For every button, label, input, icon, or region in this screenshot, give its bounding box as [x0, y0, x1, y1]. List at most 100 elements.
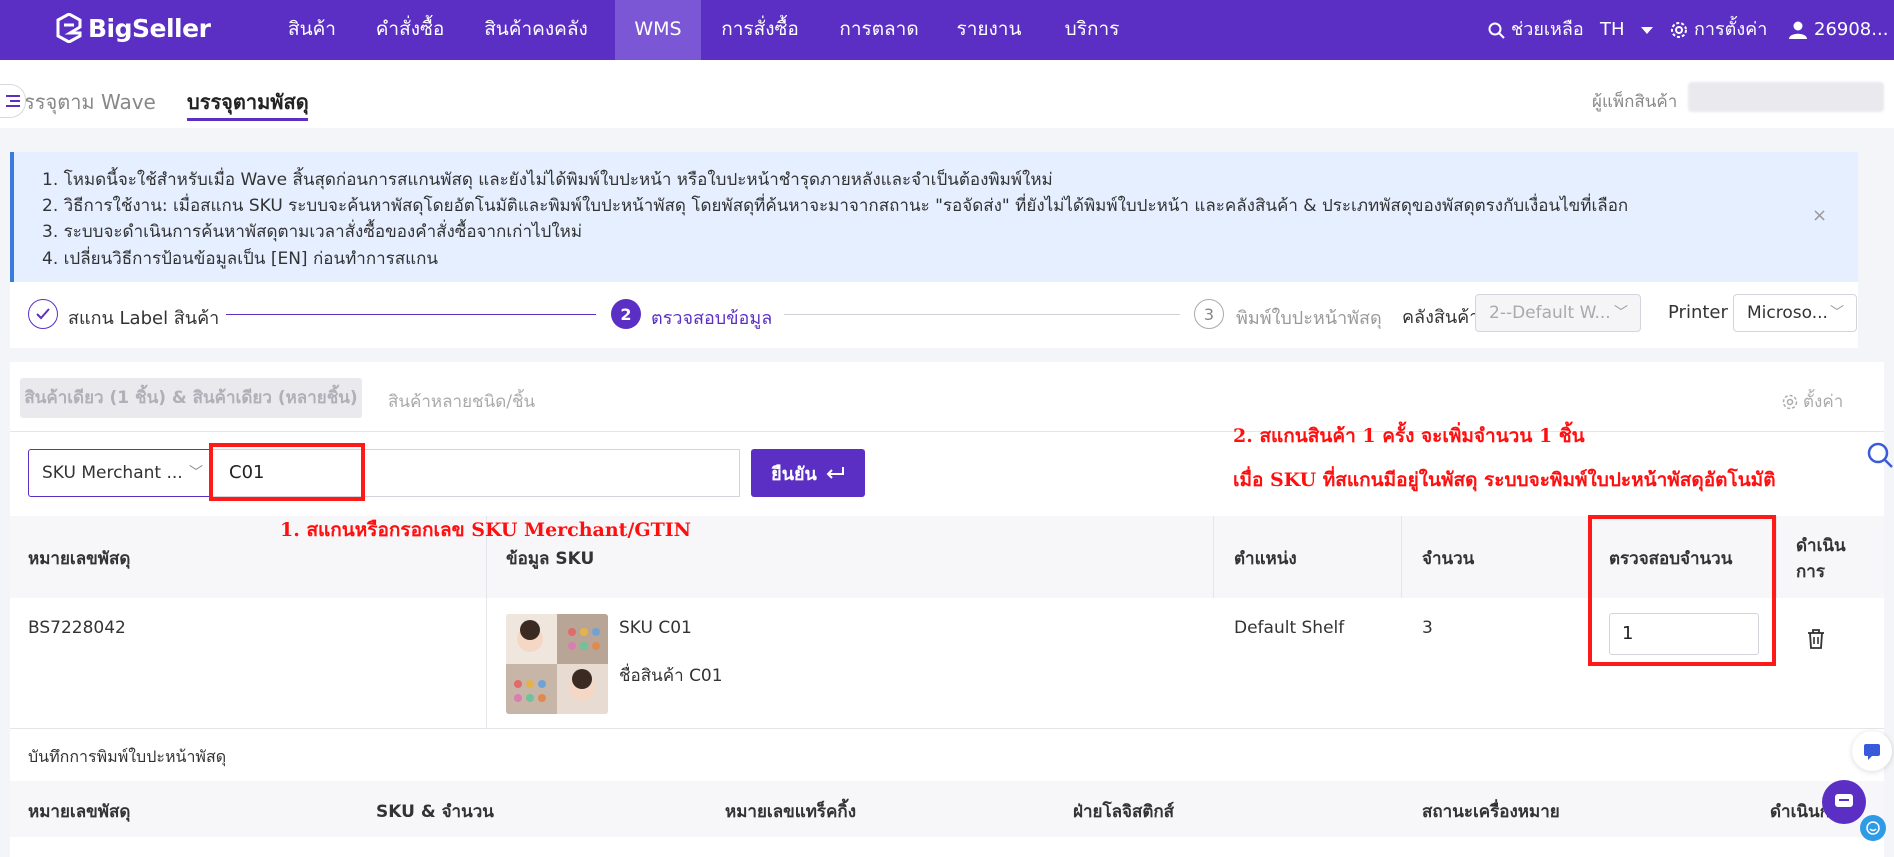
- user-icon: [1789, 21, 1807, 39]
- quantity-value: 3: [1422, 618, 1433, 638]
- col-parcel-number: หมายเลขพัสดุ: [28, 549, 131, 569]
- scan-type-select[interactable]: SKU Merchant ... ﹀: [28, 449, 214, 497]
- bigseller-logo-icon: [56, 13, 82, 43]
- col-location: ตำแหน่ง: [1234, 549, 1297, 569]
- active-tab-indicator: [187, 118, 308, 121]
- check-icon: [28, 299, 58, 329]
- chat-support-button[interactable]: [1822, 780, 1866, 824]
- banner-line-1: 1. โหมดนี้จะใช้สำหรับเมื่อ Wave สิ้นสุดก…: [42, 170, 1053, 190]
- nav-item-purchase[interactable]: การสั่งซื้อ: [712, 0, 808, 60]
- settings-link[interactable]: การตั้งค่า: [1670, 0, 1767, 60]
- step-3-number: 3: [1194, 299, 1224, 329]
- col-quantity: จำนวน: [1422, 549, 1475, 569]
- annotation-step-1: 1. สแกนหรือกรอกเลข SKU Merchant/GTIN: [280, 519, 692, 541]
- shelf-location: Default Shelf: [1234, 618, 1345, 638]
- divider: [10, 728, 1884, 729]
- col-sku-info: ข้อมูล SKU: [506, 549, 595, 569]
- banner-line-4: 4. เปลี่ยนวิธีการป้อนข้อมูลเป็น [EN] ก่อ…: [42, 249, 439, 269]
- annotation-step-2-line2: เมื่อ SKU ที่สแกนมีอยู่ในพัสดุ ระบบจะพิม…: [1233, 469, 1776, 491]
- tab-pack-by-parcel[interactable]: บรรจุตามพัสดุ: [187, 86, 309, 118]
- language-label: TH: [1600, 19, 1625, 40]
- step-1-label: สแกน Label สินค้า: [68, 308, 220, 329]
- search-icon[interactable]: [1866, 441, 1894, 469]
- printer-label: Printer: [1668, 302, 1728, 323]
- step-2-number: 2: [611, 299, 641, 329]
- warehouse-select[interactable]: 2--Default W... ﹀: [1475, 294, 1641, 332]
- nav-item-wms[interactable]: WMS: [615, 0, 701, 60]
- enter-icon: [826, 467, 844, 479]
- print-log-header: [10, 781, 1884, 837]
- help-label: ช่วยเหลือ: [1511, 19, 1584, 40]
- step-2-label: ตรวจสอบข้อมูล: [651, 308, 773, 329]
- log-col-logistics: ฝ่ายโลจิสติกส์: [1073, 802, 1175, 822]
- log-col-parcel-number: หมายเลขพัสดุ: [28, 802, 131, 822]
- nav-item-marketing[interactable]: การตลาด: [832, 0, 926, 60]
- parcel-number: BS7228042: [28, 618, 126, 638]
- settings-label: การตั้งค่า: [1694, 19, 1768, 40]
- sku-code: SKU C01: [619, 618, 692, 638]
- column-divider: [1213, 516, 1214, 598]
- panel-settings-label: ตั้งค่า: [1803, 392, 1844, 412]
- trash-icon[interactable]: [1806, 628, 1826, 650]
- tab-pack-by-wave[interactable]: รรจุตาม Wave: [24, 86, 156, 118]
- step-3-label: พิมพ์ใบปะหน้าพัสดุ: [1236, 308, 1382, 329]
- product-thumbnail: [506, 614, 608, 714]
- user-menu[interactable]: 26908...: [1788, 0, 1888, 60]
- language-selector[interactable]: TH: [1600, 0, 1653, 60]
- nav-item-reports[interactable]: รายงาน: [950, 0, 1028, 60]
- scan-type-value: SKU Merchant ...: [42, 463, 183, 483]
- divider: [10, 431, 1884, 432]
- message-icon: [1835, 794, 1853, 807]
- feedback-button[interactable]: [1852, 731, 1892, 771]
- log-col-tracking-number: หมายเลขแทร็คกิ้ง: [725, 802, 857, 822]
- warehouse-value: 2--Default W...: [1489, 303, 1611, 323]
- step-connector-1: [226, 314, 596, 315]
- log-col-mark-status: สถานะเครื่องหมาย: [1422, 802, 1560, 822]
- annotation-box-verify-quantity: [1588, 515, 1776, 666]
- close-icon[interactable]: ×: [1812, 205, 1827, 226]
- log-col-action: ดำเนินก: [1770, 802, 1830, 822]
- chevron-down-icon: ﹀: [1830, 305, 1844, 321]
- annotation-step-2-line1: 2. สแกนสินค้า 1 ครั้ง จะเพิ่มจำนวน 1 ชิ้…: [1233, 425, 1585, 447]
- menu-collapse-icon: [5, 95, 20, 107]
- nav-item-products[interactable]: สินค้า: [276, 0, 348, 60]
- packer-label: ผู้แพ็กสินค้า: [1592, 92, 1678, 112]
- col-action-line1: ดำเนิน: [1796, 536, 1846, 556]
- search-icon: [1488, 22, 1505, 39]
- chevron-down-icon: [1640, 26, 1653, 34]
- nav-item-inventory[interactable]: สินค้าคงคลัง: [472, 0, 600, 60]
- tab-multi-product[interactable]: สินค้าหลายชนิด/ชิ้น: [388, 388, 535, 415]
- help-link[interactable]: ช่วยเหลือ: [1488, 0, 1584, 60]
- banner-line-2: 2. วิธีการใช้งาน: เมื่อสแกน SKU ระบบจะค้…: [42, 196, 1629, 216]
- annotation-box-scan-input: [209, 443, 365, 501]
- log-col-sku-quantity: SKU & จำนวน: [376, 802, 494, 822]
- product-name: ชื่อสินค้า C01: [619, 666, 723, 686]
- confirm-button[interactable]: ยืนยัน: [751, 449, 865, 497]
- col-action-line2: การ: [1796, 562, 1825, 582]
- panel-settings-link[interactable]: ตั้งค่า: [1782, 388, 1843, 415]
- logo-text: BigSeller: [88, 13, 211, 43]
- column-divider: [1401, 516, 1402, 598]
- top-nav-bar: BigSeller สินค้า คำสั่งซื้อ สินค้าคงคลัง…: [0, 0, 1894, 60]
- printer-value: Microso...: [1747, 303, 1828, 323]
- smile-icon[interactable]: [1860, 815, 1886, 841]
- chevron-down-icon: ﹀: [1614, 305, 1628, 321]
- banner-line-3: 3. ระบบจะดำเนินการค้นหาพัสดุตามเวลาสั่งซ…: [42, 222, 583, 242]
- bigseller-logo[interactable]: BigSeller: [56, 13, 211, 43]
- warehouse-label: คลังสินค้า: [1402, 307, 1480, 328]
- confirm-label: ยืนยัน: [771, 463, 817, 485]
- column-divider: [1776, 516, 1777, 598]
- column-divider: [486, 516, 487, 728]
- packer-select[interactable]: [1688, 82, 1884, 112]
- chat-icon: [1864, 744, 1880, 760]
- user-id: 26908...: [1814, 19, 1889, 40]
- print-log-title: บันทึกการพิมพ์ใบปะหน้าพัสดุ: [28, 747, 227, 766]
- nav-item-orders[interactable]: คำสั่งซื้อ: [362, 0, 458, 60]
- step-connector-2: [784, 314, 1180, 315]
- printer-select[interactable]: Microso... ﹀: [1733, 294, 1857, 332]
- tab-single-product[interactable]: สินค้าเดียว (1 ชิ้น) & สินค้าเดียว (หลาย…: [20, 378, 362, 418]
- gear-icon: [1782, 394, 1798, 409]
- gear-icon: [1671, 22, 1687, 38]
- nav-item-services[interactable]: บริการ: [1056, 0, 1128, 60]
- chevron-down-icon: ﹀: [189, 465, 203, 481]
